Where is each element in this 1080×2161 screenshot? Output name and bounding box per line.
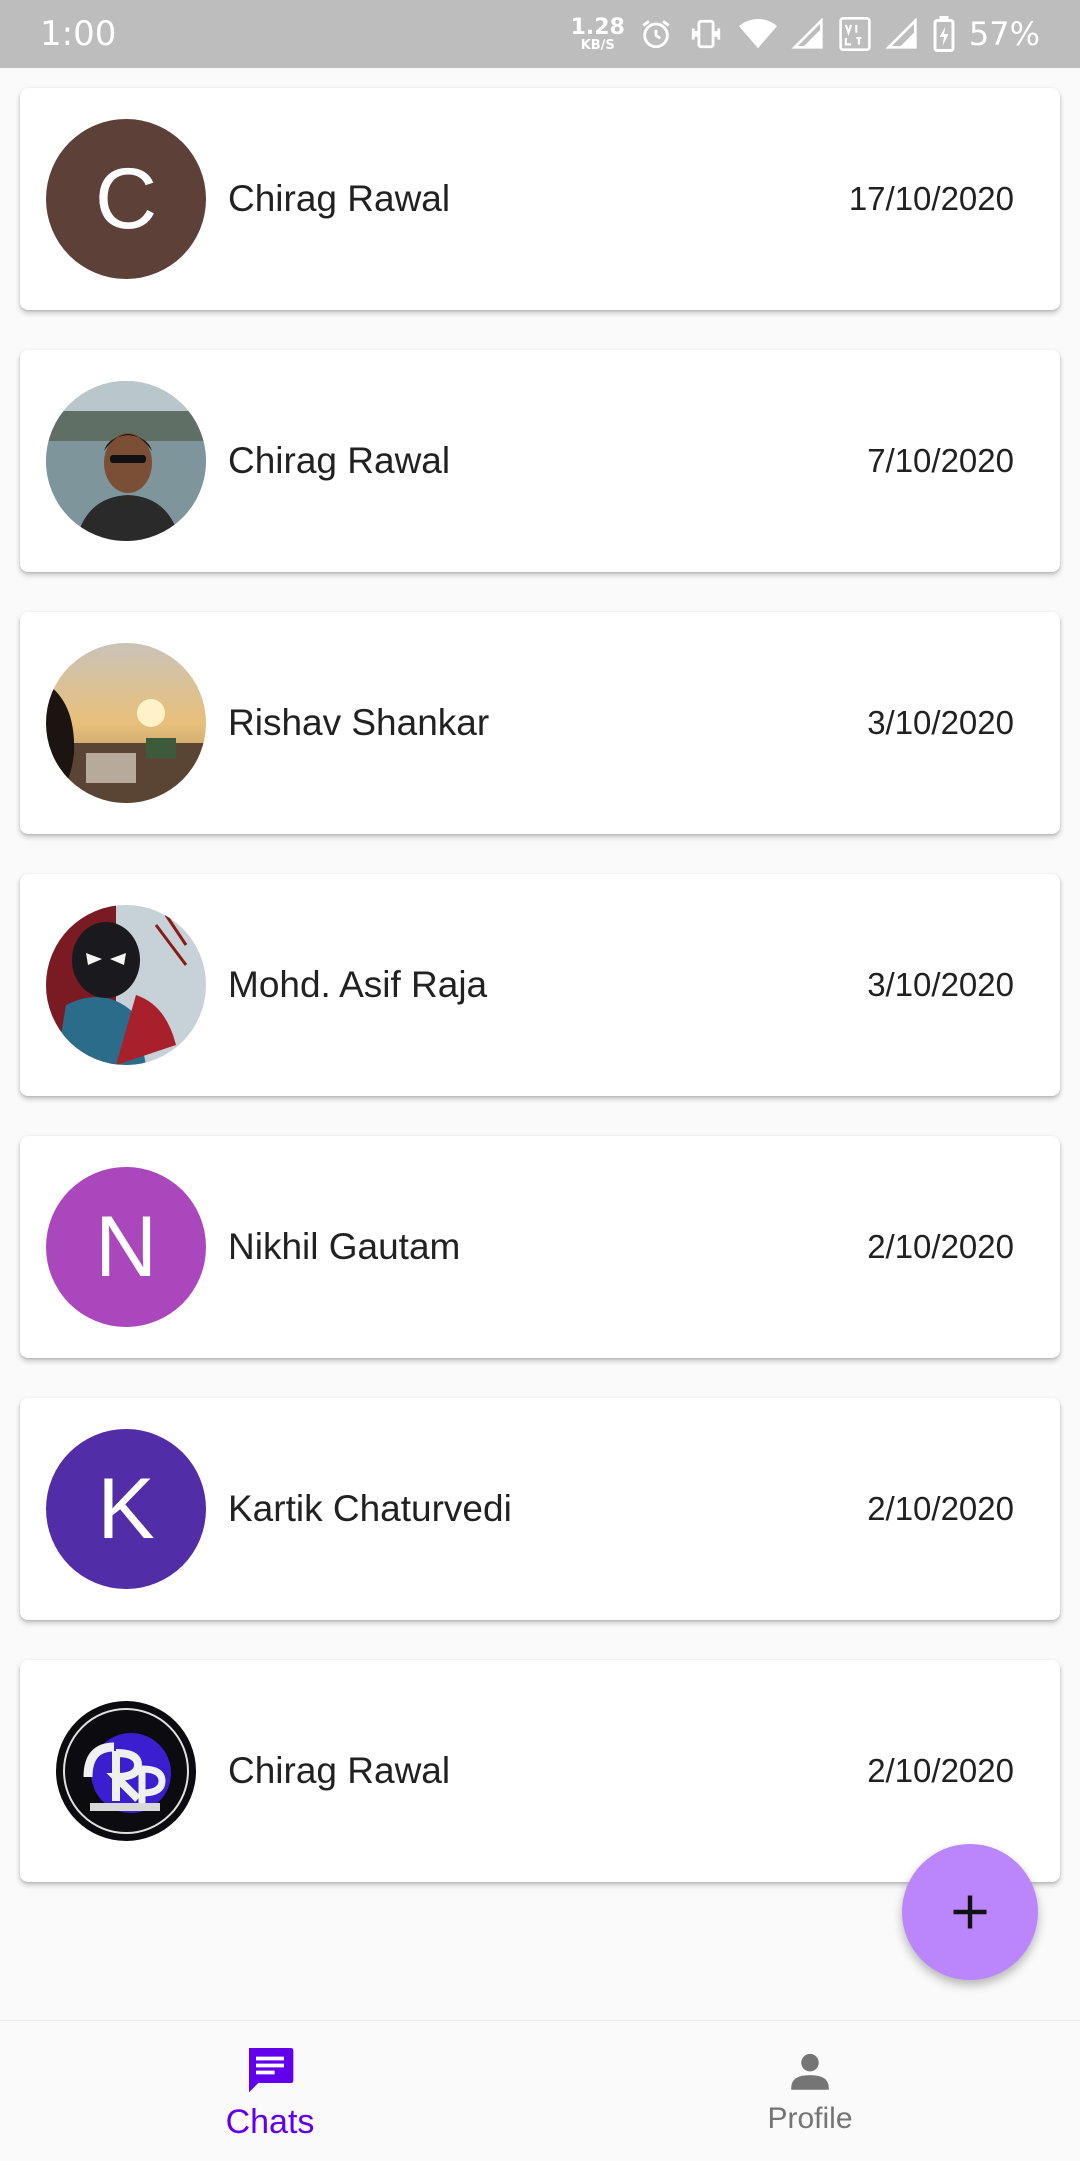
avatar: N [46, 1167, 206, 1327]
avatar-initial: C [94, 150, 158, 247]
avatar [46, 1691, 206, 1851]
chat-list-item[interactable]: Chirag Rawal 2/10/2020 [20, 1660, 1060, 1882]
spiderman-photo-icon [46, 905, 206, 1065]
avatar [46, 643, 206, 803]
chat-name: Rishav Shankar [228, 702, 490, 743]
chat-list-item[interactable]: C Chirag Rawal 17/10/2020 [20, 88, 1060, 310]
vibrate-icon [691, 19, 721, 49]
chat-name: Nikhil Gautam [228, 1226, 461, 1267]
signal-icon [885, 18, 917, 49]
chat-date: 17/10/2020 [848, 180, 1014, 217]
bottom-navigation: Chats Profile [0, 2020, 1080, 2161]
nav-label-chats: Chats [225, 2102, 315, 2141]
alarm-icon [642, 20, 670, 49]
chat-name: Kartik Chaturvedi [228, 1488, 512, 1529]
chat-name: Chirag Rawal [228, 178, 451, 219]
chat-date: 3/10/2020 [867, 966, 1014, 1003]
chat-list-item[interactable]: N Nikhil Gautam 2/10/2020 [20, 1136, 1060, 1358]
chat-date: 2/10/2020 [867, 1490, 1014, 1527]
new-chat-fab[interactable] [902, 1844, 1038, 1980]
chat-name: Mohd. Asif Raja [228, 964, 488, 1005]
wifi-icon [738, 18, 777, 49]
chat-date: 7/10/2020 [867, 442, 1014, 479]
status-icons: 1.28 KB/S 57% [571, 15, 1040, 53]
crp-logo-icon [46, 1691, 206, 1851]
avatar [46, 905, 206, 1065]
nav-item-chats[interactable]: Chats [0, 2021, 540, 2161]
add-icon [953, 1895, 987, 1929]
chat-name: Chirag Rawal [228, 440, 451, 481]
nav-label-profile: Profile [767, 2102, 853, 2135]
battery-charging-icon [933, 16, 955, 52]
volte-icon [839, 17, 871, 51]
person-photo-icon [46, 381, 206, 541]
chat-list-item[interactable]: Mohd. Asif Raja 3/10/2020 [20, 874, 1060, 1096]
chat-list-item[interactable]: Chirag Rawal 7/10/2020 [20, 350, 1060, 572]
status-time: 1:00 [40, 14, 117, 54]
chat-list-item[interactable]: Rishav Shankar 3/10/2020 [20, 612, 1060, 834]
avatar: C [46, 119, 206, 279]
chat-date: 2/10/2020 [867, 1752, 1014, 1789]
chat-date: 3/10/2020 [867, 704, 1014, 741]
avatar-initial: N [94, 1198, 158, 1295]
signal-icon [791, 18, 823, 49]
avatar: K [46, 1429, 206, 1589]
net-speed: 1.28 KB/S [570, 14, 625, 53]
net-speed-value: 1.28 [570, 14, 625, 40]
sunset-photo-icon [46, 643, 206, 803]
net-speed-unit: KB/S [580, 37, 615, 53]
avatar-initial: K [97, 1460, 155, 1557]
person-icon [791, 2053, 829, 2090]
nav-item-profile[interactable]: Profile [540, 2021, 1080, 2161]
chat-date: 2/10/2020 [867, 1228, 1014, 1265]
battery-percent: 57% [968, 15, 1040, 53]
avatar [46, 381, 206, 541]
chat-name: Chirag Rawal [228, 1750, 451, 1791]
status-bar: 1:00 1.28 KB/S 57% [0, 0, 1080, 68]
chat-icon [249, 2047, 294, 2092]
chat-list-item[interactable]: K Kartik Chaturvedi 2/10/2020 [20, 1398, 1060, 1620]
